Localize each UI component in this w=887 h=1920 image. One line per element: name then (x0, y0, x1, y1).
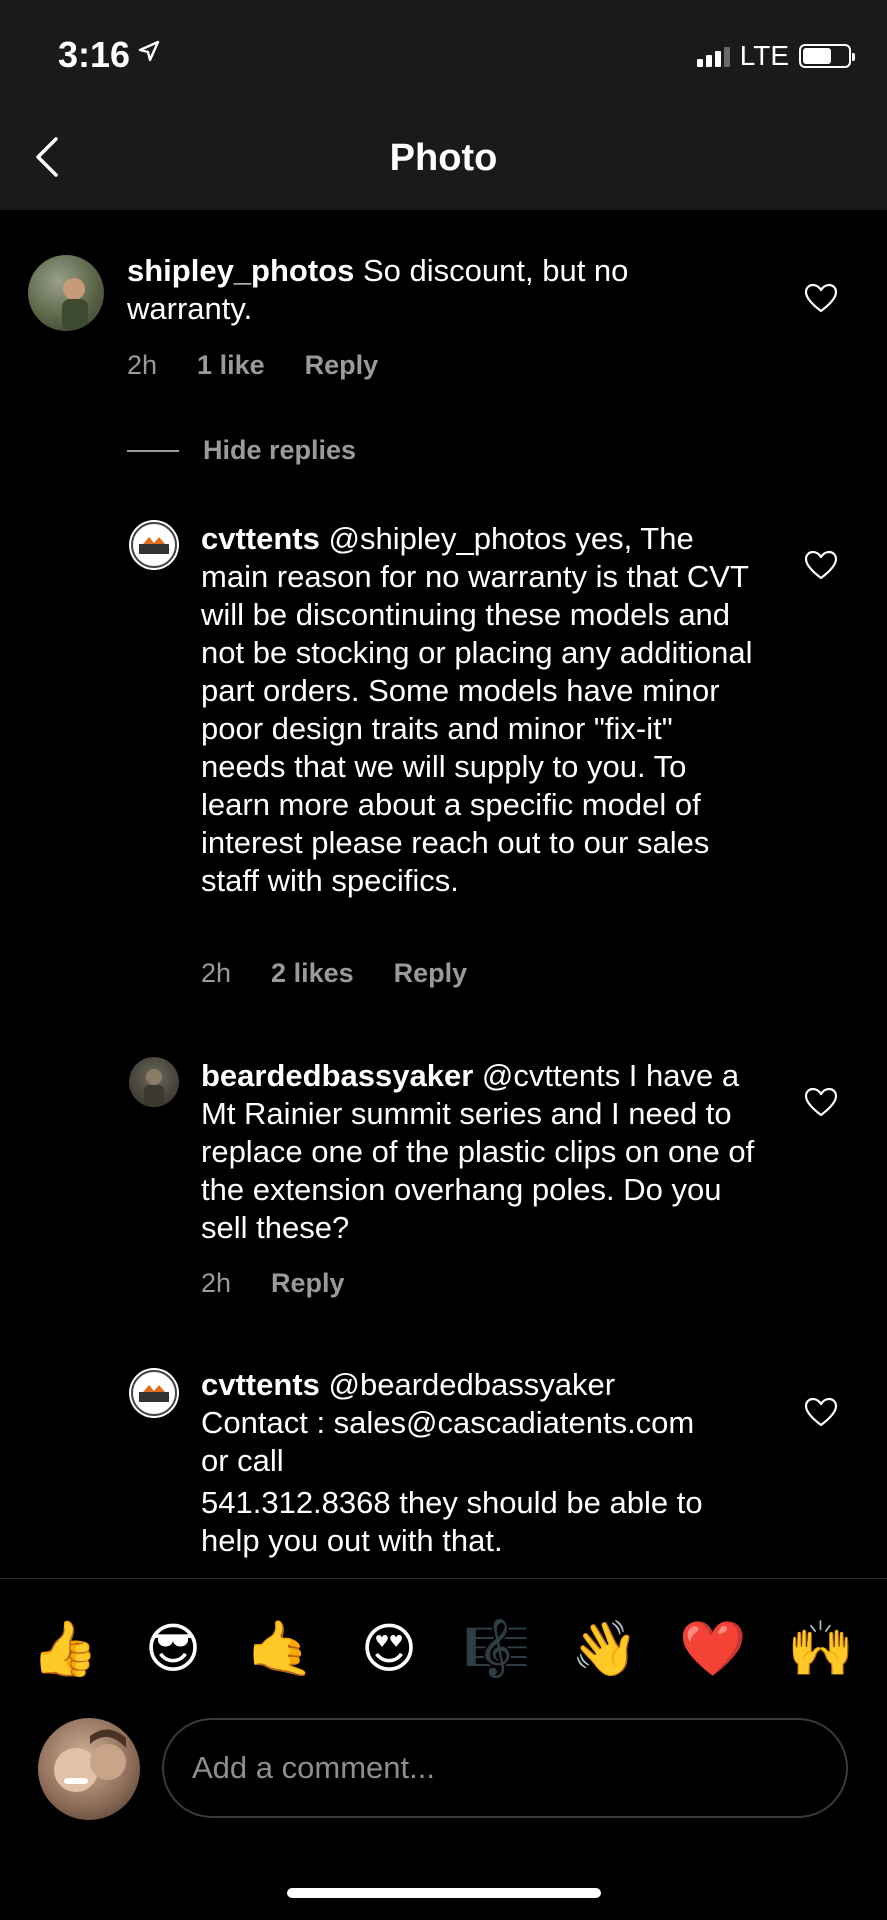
status-bar: 3:16 LTE (0, 0, 887, 105)
comment-body: @shipley_photos yes, The main reason for… (201, 521, 753, 898)
heart-icon[interactable] (804, 283, 838, 313)
avatar[interactable] (129, 1368, 179, 1418)
comment-username[interactable]: cvttents (201, 1367, 320, 1402)
comment-username[interactable]: shipley_photos (127, 253, 354, 288)
reply-button[interactable]: Reply (305, 350, 379, 381)
emoji-music-score-button[interactable]: 🎼 (462, 1619, 532, 1679)
avatar (38, 1718, 140, 1820)
page-title: Photo (389, 137, 498, 179)
emoji-heart-button[interactable]: ❤️ (678, 1619, 748, 1679)
comment-body-line: or call (201, 1443, 284, 1478)
emoji-call-me-button[interactable]: 🤙 (246, 1619, 316, 1679)
heart-icon[interactable] (804, 550, 838, 580)
divider (127, 449, 179, 452)
location-arrow-icon (138, 40, 160, 62)
comment-mention[interactable]: @beardedbassyaker (329, 1367, 616, 1402)
comment-username[interactable]: cvttents (201, 521, 320, 556)
emoji-sunglasses-button[interactable]: 😎 (138, 1619, 208, 1679)
comment-time: 2h (127, 350, 158, 380)
heart-icon[interactable] (804, 1087, 838, 1117)
emoji-wave-button[interactable]: 👋 (570, 1619, 640, 1679)
likes-count[interactable]: 2 likes (271, 958, 354, 989)
nav-bar: Photo (0, 105, 887, 210)
status-indicators: LTE (696, 40, 855, 72)
comment-input[interactable]: Add a comment... (162, 1718, 848, 1818)
comment-meta: 2h 1 like Reply (127, 350, 378, 381)
comment-meta: 2h Reply (201, 1268, 345, 1299)
comment-meta: 2h 2 likes Reply (201, 958, 467, 989)
comment-time: 2h (201, 958, 232, 988)
avatar[interactable] (129, 1057, 179, 1107)
comment-body-line: Contact : sales@cascadiatents.com (201, 1405, 695, 1440)
emoji-heart-eyes-button[interactable]: 😍 (354, 1619, 424, 1679)
status-time: 3:16 (58, 34, 131, 75)
hide-replies-label: Hide replies (203, 435, 357, 465)
emoji-raised-hands-button[interactable]: 🙌 (786, 1619, 856, 1679)
avatar[interactable] (28, 255, 104, 331)
comment-username[interactable]: beardedbassyaker (201, 1058, 473, 1093)
comment-composer: Add a comment... (0, 1718, 887, 1838)
hide-replies-button[interactable]: Hide replies (127, 435, 356, 466)
battery-icon (799, 44, 855, 68)
likes-count[interactable]: 1 like (197, 350, 265, 381)
emoji-bar: 👍 😎 🤙 😍 🎼 👋 ❤️ 🙌 (0, 1578, 887, 1719)
emoji-thumbs-up-button[interactable]: 👍 (30, 1619, 100, 1679)
comment-time: 2h (201, 1268, 232, 1298)
home-indicator[interactable] (287, 1888, 601, 1898)
network-label: LTE (739, 40, 789, 71)
comment-body-line: 541.312.8368 they should be able to help… (201, 1485, 703, 1558)
avatar[interactable] (129, 520, 179, 570)
signal-icon (696, 45, 730, 67)
heart-icon[interactable] (804, 1397, 838, 1427)
reply-button[interactable]: Reply (271, 1268, 345, 1299)
reply-button[interactable]: Reply (394, 958, 468, 989)
